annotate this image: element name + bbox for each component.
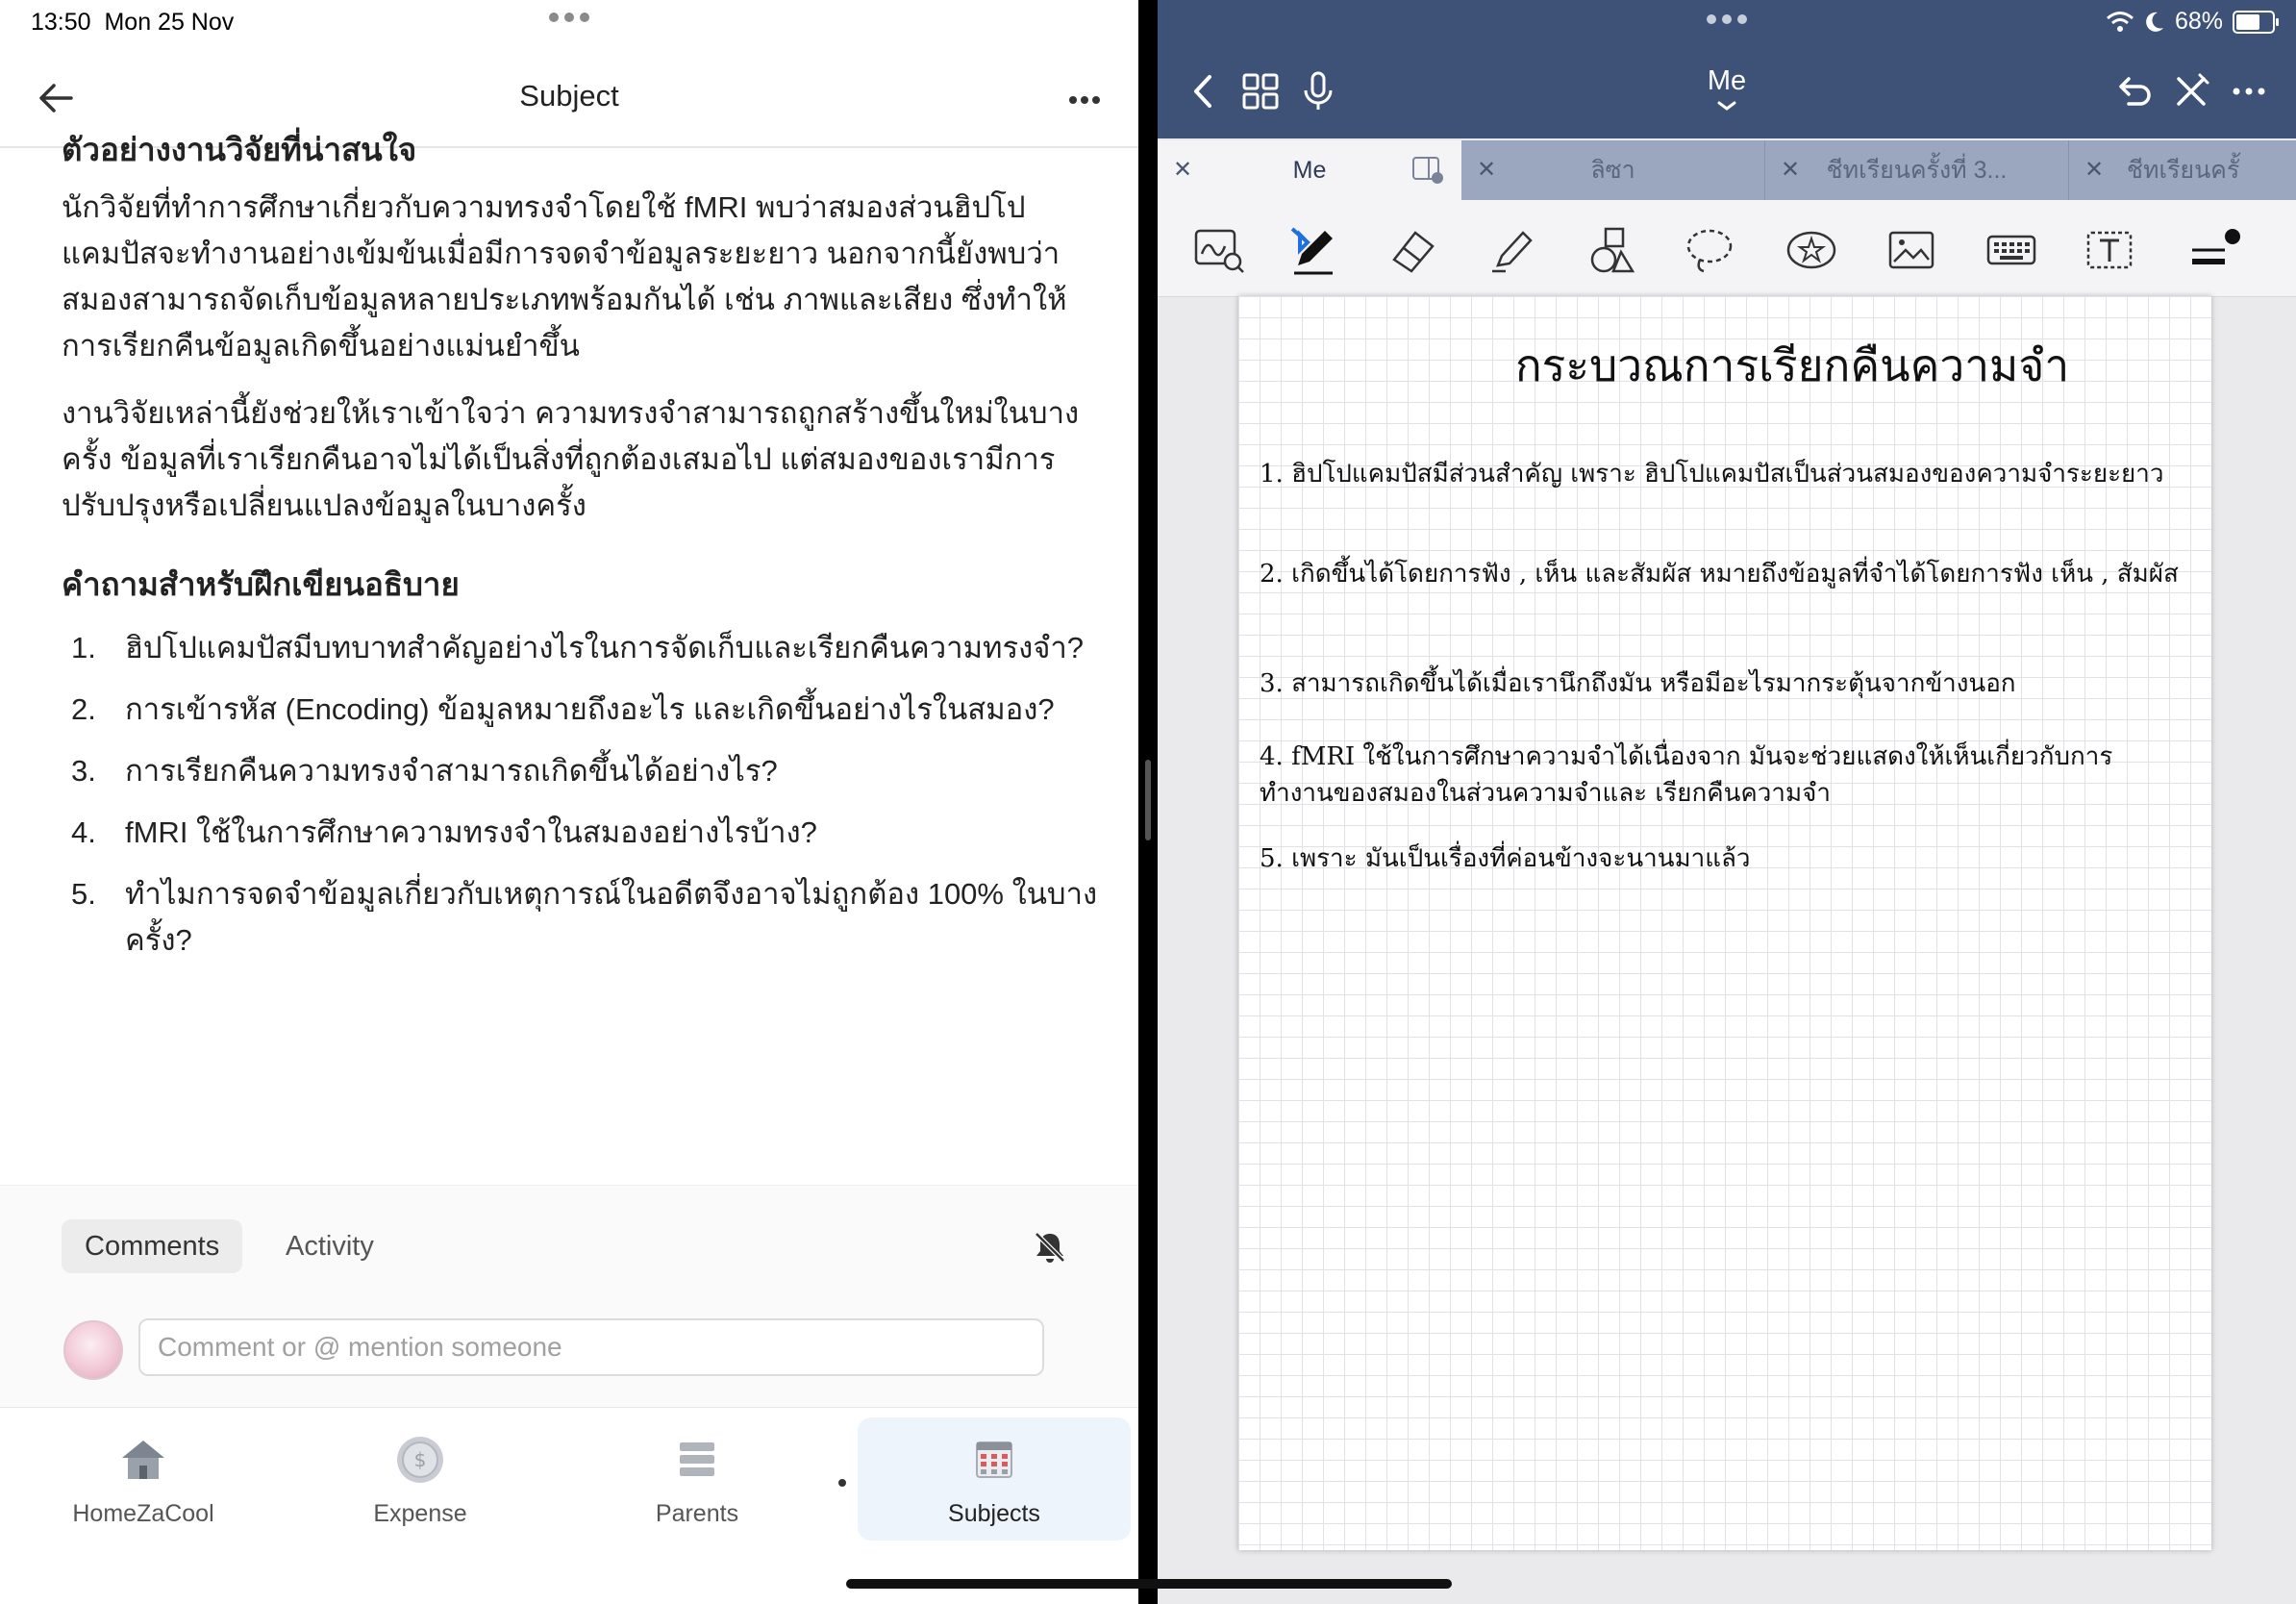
coin-icon: $ (397, 1437, 443, 1483)
tab-homezacool[interactable]: HomeZaCool (13, 1417, 273, 1541)
close-icon[interactable]: ✕ (2084, 140, 2104, 200)
status-bar: 13:50 Mon 25 Nov (0, 0, 1138, 46)
tab-sheet-4[interactable]: ✕ ชีทเรียนครั้ (2069, 140, 2296, 200)
keyboard-icon[interactable] (1984, 223, 2038, 277)
undo-icon[interactable] (2109, 67, 2158, 115)
lasso-icon[interactable] (1683, 223, 1736, 277)
questions-heading: คำถามสำหรับฝึกเขียนอธิบาย (62, 566, 460, 602)
sticker-icon[interactable] (1784, 223, 1838, 277)
handwritten-note: 2. เกิดขึ้นได้โดยการฟัง , เห็น และสัมผัส… (1260, 560, 2179, 589)
divider-handle[interactable] (1145, 760, 1151, 840)
more-options-icon[interactable] (2225, 67, 2273, 115)
eraser-icon[interactable] (1386, 223, 1440, 277)
list-item: 2. การเข้ารหัส (Encoding) ข้อมูลหมายถึงอะ… (71, 692, 1055, 726)
multitasking-dots-icon[interactable] (1704, 12, 1750, 27)
wifi-icon (2106, 11, 2134, 32)
zoom-write-icon[interactable] (1192, 223, 1246, 277)
image-icon[interactable] (1884, 223, 1938, 277)
handwritten-note: 3. สามารถเกิดขึ้นได้เมื่อเรานึกถึงมัน หร… (1260, 669, 2016, 698)
tab-label: Expense (373, 1500, 467, 1527)
bell-off-icon[interactable] (1031, 1228, 1069, 1266)
text-box-icon[interactable] (2083, 223, 2136, 277)
close-icon[interactable]: ✕ (1173, 140, 1192, 200)
more-options-icon[interactable] (1063, 79, 1106, 121)
tab-label: Me (1292, 157, 1327, 184)
document-tabs: ✕ Me ✕ ลิซา ✕ ชีทเรียนครั้งที่ 3... ✕ ชี… (1158, 140, 2296, 200)
tab-label: Subjects (948, 1500, 1040, 1527)
handwritten-note: 5. เพราะ มันเป็นเรื่องที่ค่อนข้างจะนานมา… (1260, 844, 1751, 873)
page-indicator-dot (838, 1479, 846, 1487)
pen-icon[interactable] (1286, 223, 1340, 277)
status-indicators: 68% (2106, 8, 2279, 36)
avatar (63, 1320, 123, 1380)
tab-label: ชีทเรียนครั้งที่ 3... (1826, 157, 2008, 184)
comment-input[interactable] (138, 1318, 1044, 1376)
tab-label: ชีทเรียนครั้ (2127, 157, 2240, 184)
stroke-width-icon[interactable] (2186, 223, 2240, 277)
section-heading-partial: ตัวอย่างงานวิจัยที่น่าสนใจ (62, 132, 417, 167)
list-item: 1. ฮิปโปแคมปัสมีบทบาทสำคัญอย่างไรในการจัด… (71, 631, 1085, 664)
split-view-divider[interactable] (1138, 0, 1158, 1604)
battery-icon (2233, 10, 2279, 34)
notion-pane: 13:50 Mon 25 Nov Subject ตัวอย่างงานวิจั… (0, 0, 1138, 1604)
tab-expense[interactable]: $ Expense (290, 1417, 550, 1541)
close-icon[interactable]: ✕ (1477, 140, 1496, 200)
tab-subjects[interactable]: Subjects (858, 1417, 1131, 1541)
tab-label: HomeZaCool (72, 1500, 214, 1527)
list-icon (680, 1442, 714, 1476)
chevron-down-icon[interactable] (1716, 100, 1737, 112)
note-page[interactable]: กระบวณการเรียกคืนความจำ 1. ฮิปโปแคมปัสมี… (1238, 296, 2211, 1550)
tab-me[interactable]: ✕ Me (1158, 140, 1461, 200)
calendar-grid-icon (976, 1441, 1012, 1478)
bottom-tab-bar: HomeZaCool $ Expense Parents Subjects (0, 1407, 1138, 1604)
list-item: 4. fMRI ใช้ในการศึกษาความทรงจำในสมองอย่าง… (71, 815, 817, 849)
close-icon[interactable]: ✕ (1781, 140, 1800, 200)
tab-label: Parents (655, 1500, 739, 1527)
list-item: 5. ทำไมการจดจำข้อมูลเกี่ยวกับเหตุการณ์ในอ… (71, 877, 1098, 957)
shapes-icon[interactable] (1585, 223, 1638, 277)
list-item: 3. การเรียกคืนความทรงจำสามารถเกิดขึ้นได้อ… (71, 754, 778, 788)
paragraph: งานวิจัยเหล่านี้ยังช่วยให้เราเข้าใจว่า ค… (62, 396, 1080, 522)
goodnotes-pane: 68% Me ✕ Me ✕ ลิซา ✕ ชีทเรียนครั้งที่ 3.… (1158, 0, 2296, 1604)
battery-percent: 68% (2174, 8, 2223, 35)
pen-cancel-icon[interactable] (2167, 67, 2215, 115)
home-icon (122, 1441, 164, 1479)
comments-section: Comments Activity (0, 1185, 1138, 1407)
handwritten-note: 4. fMRI ใช้ในการศึกษาความจำได้เนื่องจาก … (1260, 742, 2113, 808)
drawing-toolbar (1158, 200, 2296, 297)
home-indicator[interactable] (846, 1579, 1452, 1589)
tab-activity[interactable]: Activity (286, 1219, 374, 1273)
questions-list: 1. ฮิปโปแคมปัสมีบทบาทสำคัญอย่างไรในการจัด… (62, 625, 1100, 964)
tab-comments[interactable]: Comments (62, 1219, 243, 1273)
multitasking-dots-icon[interactable] (546, 10, 592, 25)
note-title: กระบวณการเรียกคืนความจำ (1514, 339, 2070, 391)
svg-text:$: $ (414, 1448, 427, 1471)
moon-icon (2146, 12, 2163, 32)
tab-parents[interactable]: Parents (567, 1417, 827, 1541)
status-time: 13:50 Mon 25 Nov (31, 9, 235, 36)
tab-lisa[interactable]: ✕ ลิซา (1461, 140, 1765, 200)
paragraph: นักวิจัยที่ทำการศึกษาเกี่ยวกับความทรงจำโ… (62, 190, 1067, 363)
highlighter-icon[interactable] (1485, 223, 1538, 277)
tab-sheet-3[interactable]: ✕ ชีทเรียนครั้งที่ 3... (1765, 140, 2069, 200)
notes-header: 68% Me (1158, 0, 2296, 138)
tab-label: ลิซา (1590, 157, 1635, 184)
split-view-icon[interactable] (1411, 156, 1444, 185)
page-title: Subject (519, 79, 619, 113)
handwritten-note: 1. ฮิปโปแคมปัสมีส่วนสำคัญ เพราะ ฮิปโปแคม… (1260, 460, 2164, 489)
page-content: ตัวอย่างงานวิจัยที่น่าสนใจ นักวิจัยที่ทำ… (62, 132, 1100, 979)
